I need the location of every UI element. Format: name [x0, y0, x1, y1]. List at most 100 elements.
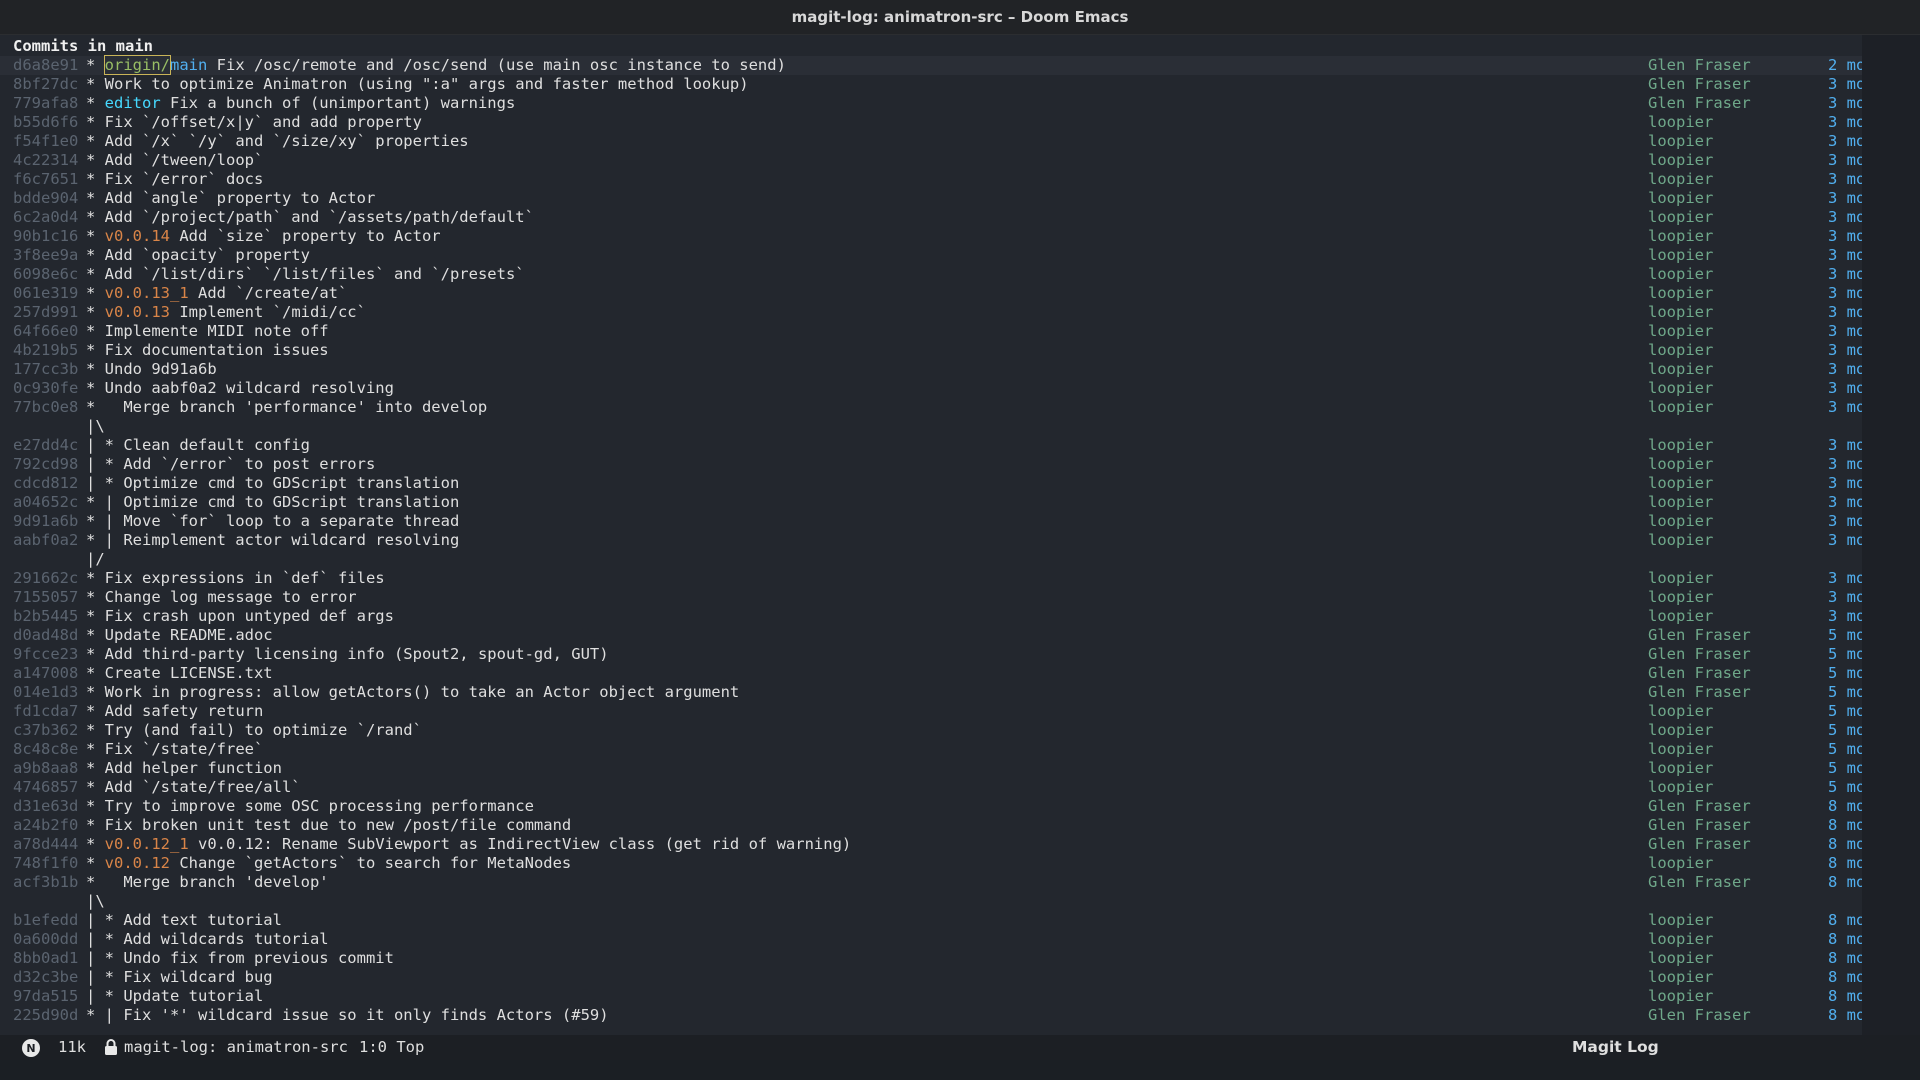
commit-hash[interactable]: 6c2a0d4 [13, 208, 78, 227]
commit-hash[interactable]: 061e319 [13, 284, 78, 303]
commit-hash[interactable]: 225d90d [13, 1006, 78, 1025]
commit-row[interactable]: 97da515 | * Update tutorial loopier 8 month… [0, 987, 1862, 1006]
commit-hash[interactable]: f54f1e0 [13, 132, 78, 151]
commit-hash[interactable]: 8bb0ad1 [13, 949, 78, 968]
commit-row[interactable]: 0a600dd | * Add wildcards tutorial loopier… [0, 930, 1862, 949]
commit-hash[interactable]: b2b5445 [13, 607, 78, 626]
commit-row[interactable]: 9d91a6b * | Move `for` loop to a separate… [0, 512, 1862, 531]
commit-row[interactable]: fd1cda7 * Add safety return loopier 5 month… [0, 702, 1862, 721]
commit-hash[interactable]: a78d444 [13, 835, 78, 854]
commit-row[interactable]: 90b1c16 * v0.0.14 Add `size` property to … [0, 227, 1862, 246]
commit-row[interactable]: 77bc0e8 * Merge branch 'performance' into… [0, 398, 1862, 417]
commit-row[interactable]: a24b2f0 * Fix broken unit test due to new… [0, 816, 1862, 835]
commit-row[interactable]: 792cd98 | * Add `/error` to post errors lo… [0, 455, 1862, 474]
commit-hash[interactable]: aabf0a2 [13, 531, 78, 550]
commit-row[interactable]: d6a8e91 * origin/main Fix /osc/remote and… [0, 55, 1862, 75]
commit-row[interactable]: f54f1e0 * Add `/x` `/y` and `/size/xy` pr… [0, 132, 1862, 151]
commit-hash[interactable]: a9b8aa8 [13, 759, 78, 778]
commit-row[interactable]: 8c48c8e * Fix `/state/free` loopier 5 month… [0, 740, 1862, 759]
branch-label[interactable]: editor [105, 94, 161, 112]
commit-row[interactable]: f6c7651 * Fix `/error` docs loopier 3 month… [0, 170, 1862, 189]
commit-hash[interactable]: b1efedd [13, 911, 78, 930]
commit-hash[interactable]: 9d91a6b [13, 512, 78, 531]
commit-hash[interactable]: 291662c [13, 569, 78, 588]
commit-hash[interactable]: 77bc0e8 [13, 398, 78, 417]
major-mode[interactable]: Magit Log [1572, 1038, 1659, 1057]
commit-row[interactable]: 061e319 * v0.0.13_1 Add `/create/at` loopi… [0, 284, 1862, 303]
commit-hash[interactable]: 8c48c8e [13, 740, 78, 759]
commit-row[interactable]: 177cc3b * Undo 9d91a6b loopier 3 months [0, 360, 1862, 379]
minibuffer[interactable] [0, 1060, 1920, 1080]
commit-row[interactable]: b55d6f6 * Fix `/offset/x|y` and add prope… [0, 113, 1862, 132]
tag-label[interactable]: v0.0.12 [105, 854, 170, 872]
commit-hash[interactable]: 7155057 [13, 588, 78, 607]
commit-hash[interactable]: d32c3be [13, 968, 78, 987]
commit-row[interactable]: cdcd812 | * Optimize cmd to GDScript tran… [0, 474, 1862, 493]
commit-hash[interactable]: a24b2f0 [13, 816, 78, 835]
commit-hash[interactable]: 257d991 [13, 303, 78, 322]
commit-row[interactable]: 4746857 * Add `/state/free/all` loopier 5 m… [0, 778, 1862, 797]
commit-row[interactable]: b1efedd | * Add text tutorial loopier 8 mon… [0, 911, 1862, 930]
commit-hash[interactable]: 4c22314 [13, 151, 78, 170]
commit-hash[interactable]: d31e63d [13, 797, 78, 816]
commit-row[interactable]: 0c930fe * Undo aabf0a2 wildcard resolving… [0, 379, 1862, 398]
commit-row[interactable]: a9b8aa8 * Add helper function loopier 5 mon… [0, 759, 1862, 778]
commit-row[interactable]: 8bf27dc * Work to optimize Animatron (usi… [0, 75, 1862, 94]
commit-row[interactable]: d0ad48d * Update README.adoc Glen Fraser 5 … [0, 626, 1862, 645]
commit-hash[interactable]: f6c7651 [13, 170, 78, 189]
commit-hash[interactable]: 4746857 [13, 778, 78, 797]
branch-label[interactable]: main [170, 56, 207, 74]
commit-hash[interactable]: 014e1d3 [13, 683, 78, 702]
buffer-name[interactable]: magit-log: animatron-src [124, 1038, 348, 1057]
commit-row[interactable]: 779afa8 * editor Fix a bunch of (unimport… [0, 94, 1862, 113]
commit-row[interactable]: 64f66e0 * Implemente MIDI note off loopier… [0, 322, 1862, 341]
commit-row[interactable]: d32c3be | * Fix wildcard bug loopier 8 mont… [0, 968, 1862, 987]
commit-row[interactable]: 257d991 * v0.0.13 Implement `/midi/cc` loo… [0, 303, 1862, 322]
commit-hash[interactable]: bdde904 [13, 189, 78, 208]
commit-row[interactable]: 4b219b5 * Fix documentation issues loopier… [0, 341, 1862, 360]
commit-row[interactable]: 291662c * Fix expressions in `def` files l… [0, 569, 1862, 588]
tag-label[interactable]: v0.0.14 [105, 227, 170, 245]
commit-hash[interactable]: 177cc3b [13, 360, 78, 379]
commit-hash[interactable]: 0a600dd [13, 930, 78, 949]
commit-hash[interactable]: acf3b1b [13, 873, 78, 892]
commit-row[interactable]: 3f8ee9a * Add `opacity` property loopier 3 … [0, 246, 1862, 265]
commit-row[interactable]: c37b362 * Try (and fail) to optimize `/ra… [0, 721, 1862, 740]
commit-hash[interactable]: 792cd98 [13, 455, 78, 474]
commit-row[interactable]: 8bb0ad1 | * Undo fix from previous commit… [0, 949, 1862, 968]
commit-row[interactable]: a147008 * Create LICENSE.txt Glen Fraser 5 … [0, 664, 1862, 683]
commit-hash[interactable]: 779afa8 [13, 94, 78, 113]
commit-row[interactable]: 9fcce23 * Add third-party licensing info … [0, 645, 1862, 664]
commit-row[interactable]: 4c22314 * Add `/tween/loop` loopier 3 month… [0, 151, 1862, 170]
commit-row[interactable]: 748f1f0 * v0.0.12 Change `getActors` to s… [0, 854, 1862, 873]
commit-hash[interactable]: d0ad48d [13, 626, 78, 645]
commit-row[interactable]: 014e1d3 * Work in progress: allow getActo… [0, 683, 1862, 702]
commit-hash[interactable]: 97da515 [13, 987, 78, 1006]
branch-label[interactable]: origin/ [103, 55, 172, 75]
commit-row[interactable]: a78d444 * v0.0.12_1 v0.0.12: Rename SubVi… [0, 835, 1862, 854]
commit-row[interactable]: b2b5445 * Fix crash upon untyped def args… [0, 607, 1862, 626]
commit-row[interactable]: 7155057 * Change log message to error loop… [0, 588, 1862, 607]
commit-hash[interactable]: 4b219b5 [13, 341, 78, 360]
commit-row[interactable]: aabf0a2 * | Reimplement actor wildcard re… [0, 531, 1862, 550]
commit-row[interactable]: 6098e6c * Add `/list/dirs` `/list/files` … [0, 265, 1862, 284]
commit-hash[interactable]: 64f66e0 [13, 322, 78, 341]
tag-label[interactable]: v0.0.12_1 [105, 835, 189, 853]
commit-hash[interactable]: cdcd812 [13, 474, 78, 493]
commit-hash[interactable]: e27dd4c [13, 436, 78, 455]
commit-hash[interactable]: 8bf27dc [13, 75, 78, 94]
commit-hash[interactable]: c37b362 [13, 721, 78, 740]
commit-row[interactable]: a04652c * | Optimize cmd to GDScript tran… [0, 493, 1862, 512]
commit-hash[interactable]: b55d6f6 [13, 113, 78, 132]
commit-row[interactable]: d31e63d * Try to improve some OSC process… [0, 797, 1862, 816]
commit-hash[interactable]: d6a8e91 [13, 56, 78, 75]
commit-hash[interactable]: a04652c [13, 493, 78, 512]
commit-row[interactable]: bdde904 * Add `angle` property to Actor lo… [0, 189, 1862, 208]
commit-row[interactable]: 6c2a0d4 * Add `/project/path` and `/asset… [0, 208, 1862, 227]
commit-hash[interactable]: 90b1c16 [13, 227, 78, 246]
commit-row[interactable]: 225d90d * | Fix '*' wildcard issue so it … [0, 1006, 1862, 1025]
commit-hash[interactable]: fd1cda7 [13, 702, 78, 721]
commit-hash[interactable]: 6098e6c [13, 265, 78, 284]
commit-hash[interactable]: 9fcce23 [13, 645, 78, 664]
commit-row[interactable]: e27dd4c | * Clean default config loopier 3 … [0, 436, 1862, 455]
